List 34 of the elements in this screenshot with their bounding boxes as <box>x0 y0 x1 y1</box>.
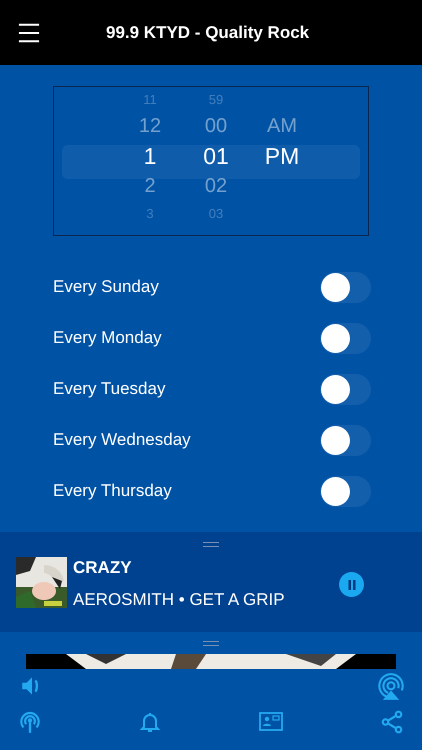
contact-card-icon[interactable] <box>258 710 284 734</box>
picker-option[interactable]: 11 <box>143 87 157 111</box>
picker-option[interactable]: 02 <box>204 171 228 201</box>
toggle-switch[interactable] <box>320 272 371 302</box>
pause-button[interactable] <box>339 572 364 597</box>
picker-option[interactable]: PM <box>264 141 300 171</box>
picker-option[interactable]: 12 <box>138 111 162 141</box>
toggle-switch[interactable] <box>320 374 371 404</box>
picker-option[interactable]: 00 <box>204 111 228 141</box>
picker-option[interactable]: 2 <box>144 171 156 201</box>
artist-album: AEROSMITH • GET A GRIP <box>73 590 285 610</box>
picker-option[interactable]: 59 <box>208 87 224 111</box>
picker-option[interactable]: 01 <box>203 141 229 171</box>
time-picker[interactable]: 11 12 1 2 3 59 00 01 02 03 AM PM <box>53 86 369 236</box>
day-label: Every Sunday <box>53 277 159 297</box>
menu-icon[interactable] <box>18 20 40 44</box>
picker-option[interactable]: 3 <box>146 201 154 225</box>
picker-option[interactable]: AM <box>267 111 297 141</box>
bell-icon[interactable] <box>138 710 162 734</box>
day-label: Every Monday <box>53 328 162 348</box>
day-label: Every Thursday <box>53 481 172 501</box>
toggle-switch[interactable] <box>320 424 371 456</box>
picker-option[interactable]: 1 <box>144 141 156 171</box>
airplay-audio-icon[interactable] <box>377 673 405 701</box>
app-title: 99.9 KTYD - Quality Rock <box>106 22 310 42</box>
song-title: CRAZY <box>73 558 133 578</box>
toggle-switch[interactable] <box>320 476 371 506</box>
day-label: Every Tuesday <box>53 379 166 399</box>
mini-player[interactable]: CRAZY AEROSMITH • GET A GRIP <box>0 532 422 632</box>
picker-option[interactable]: 03 <box>208 201 224 225</box>
day-label: Every Wednesday <box>53 430 191 450</box>
pause-icon <box>346 580 356 590</box>
share-icon[interactable] <box>378 709 405 735</box>
toggle-switch[interactable] <box>320 322 371 354</box>
